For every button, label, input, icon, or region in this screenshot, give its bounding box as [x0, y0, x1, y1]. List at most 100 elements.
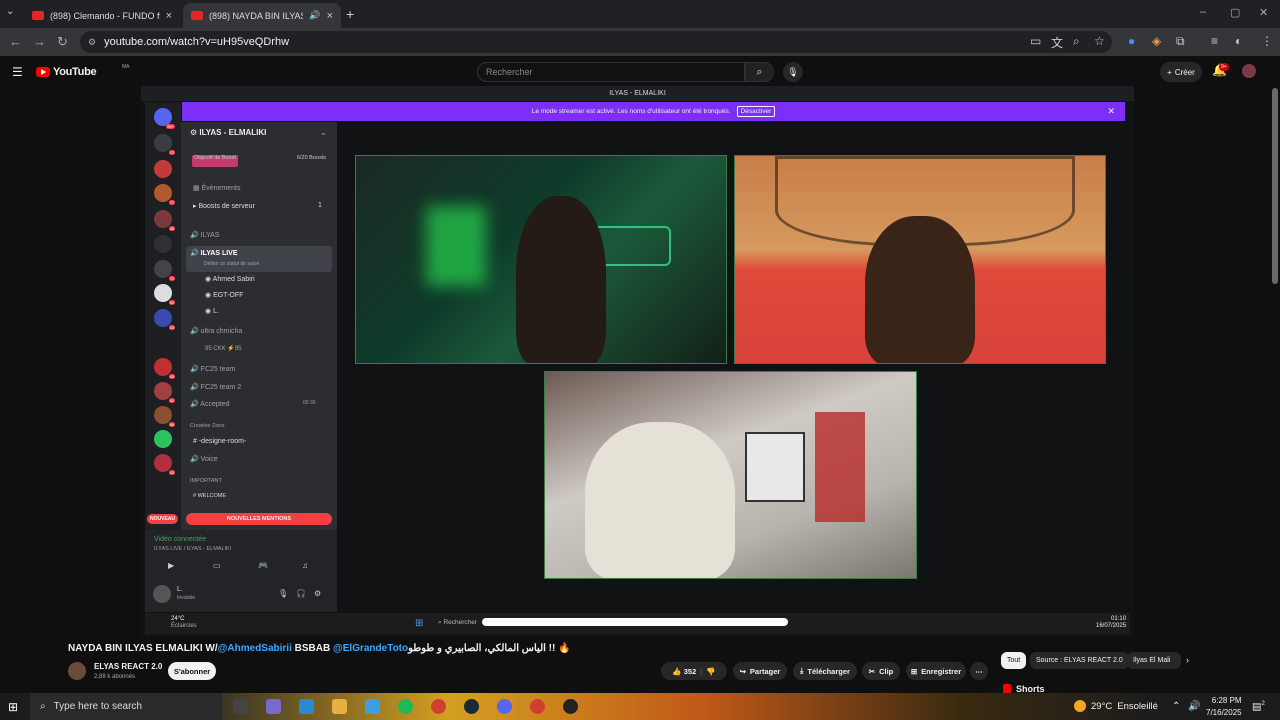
save-button[interactable]: ⊞ Enregistrer	[906, 662, 966, 680]
forward-button[interactable]: →	[33, 34, 46, 49]
share-icon: ↪	[739, 666, 746, 676]
search-button[interactable]: ⌕	[745, 62, 774, 82]
copilot-icon[interactable]	[266, 699, 281, 714]
youtube-favicon-icon	[191, 11, 203, 20]
tab-close-icon[interactable]: ×	[166, 10, 172, 22]
chip-ilyas[interactable]: Ilyas El Mali	[1127, 652, 1181, 669]
subscribe-button[interactable]: S'abonner	[168, 662, 216, 680]
person-silhouette	[585, 422, 735, 578]
voice-channel: 🔊 FC25 team	[190, 366, 236, 373]
url-text: youtube.com/watch?v=uH95veQDrhw	[104, 36, 290, 48]
voice-channel-ilyas: 🔊 ILYAS	[190, 232, 220, 239]
translate-icon[interactable]: 文	[1051, 34, 1063, 51]
chrome-icon[interactable]	[431, 699, 446, 714]
chip-source[interactable]: Source : ELYAS REACT 2.0	[1030, 652, 1129, 669]
server-icon	[154, 235, 172, 253]
system-clock[interactable]: 6:28 PM 7/16/2025	[1206, 695, 1242, 719]
site-info-icon[interactable]: ⚙	[88, 37, 96, 48]
mention-link[interactable]: @AhmedSabirii	[218, 643, 292, 654]
server-icon: 77	[154, 184, 175, 205]
voice-member: ◉ L.	[205, 308, 219, 315]
hamburger-menu-icon[interactable]: ☰	[12, 65, 23, 79]
media-control-icon[interactable]: ≡	[1211, 34, 1218, 48]
voice-channel-ilyas-live: 🔊 ILYAS LIVE	[190, 250, 238, 257]
streamer-mode-banner: Le mode streamer est activé. Les noms d'…	[182, 102, 1125, 121]
tray-chevron-icon[interactable]: ⌃	[1172, 701, 1180, 712]
weather-widget[interactable]: 29°C Ensoleillé	[1074, 700, 1158, 712]
person-silhouette	[865, 216, 975, 363]
channel-avatar[interactable]	[68, 662, 86, 680]
dislike-button[interactable]: 👎	[706, 667, 715, 676]
chevron-down-icon: ⌄	[320, 128, 327, 137]
menu-kebab-icon[interactable]: ⋮	[1261, 34, 1273, 48]
edge-icon[interactable]	[299, 699, 314, 714]
create-button[interactable]: + Créer	[1160, 62, 1202, 82]
page-scrollbar[interactable]	[1272, 88, 1278, 284]
activity-icon: 🎮	[258, 561, 268, 570]
notification-badge: 9+	[1219, 63, 1229, 71]
tab-close-icon[interactable]: ×	[327, 10, 333, 22]
task-view-icon[interactable]	[233, 699, 248, 714]
chrome-icon[interactable]	[530, 699, 545, 714]
store-icon[interactable]	[365, 699, 380, 714]
minimize-button[interactable]: –	[1200, 6, 1206, 18]
search-icon: ⌕	[40, 701, 46, 712]
windows-start-icon: ⊞	[415, 618, 424, 629]
chips-next-chevron-icon[interactable]: ›	[1186, 655, 1189, 665]
chip-all[interactable]: Tout	[1001, 652, 1027, 669]
voice-path: ILYAS LIVE / ILYAS - ELMALIKI	[154, 546, 232, 552]
text-channel: # -designe-room-	[193, 438, 247, 445]
reload-button[interactable]: ↻	[57, 34, 68, 50]
mention-link[interactable]: @ElGrandeToto	[333, 643, 408, 654]
search-input[interactable]: Rechercher	[477, 62, 745, 82]
cast-icon[interactable]: ▭	[1030, 34, 1041, 48]
app-icon[interactable]	[563, 699, 578, 714]
logo-text: YouTube	[53, 66, 97, 78]
create-label: Créer	[1174, 67, 1195, 77]
audio-icon[interactable]: 🔊	[309, 10, 320, 21]
voice-search-button[interactable]: 🎙	[783, 62, 803, 82]
browser-tab-2-active[interactable]: (898) NAYDA BIN ILYAS ELM 🔊 ×	[183, 3, 341, 28]
account-avatar[interactable]	[1242, 64, 1256, 78]
maximize-button[interactable]: ▢	[1230, 6, 1240, 19]
profile-icon[interactable]: ◐	[1235, 34, 1242, 48]
back-button[interactable]: ←	[9, 34, 22, 49]
download-button[interactable]: ⤓ Télécharger	[793, 662, 857, 680]
bookmark-star-icon[interactable]: ☆	[1094, 34, 1105, 48]
subscriber-count: 2,88 k abonnés	[94, 674, 136, 680]
youtube-logo[interactable]: YouTube MA	[36, 64, 130, 78]
extension-icon[interactable]: ●	[1128, 34, 1135, 48]
like-button[interactable]: 👍 352	[672, 667, 696, 676]
server-icon: 72	[154, 260, 175, 281]
channel-name[interactable]: ELYAS REACT 2.0	[94, 662, 162, 671]
steam-icon[interactable]	[464, 699, 479, 714]
user-avatar	[153, 585, 171, 603]
address-bar[interactable]: ⚙ youtube.com/watch?v=uH95veQDrhw	[80, 31, 1112, 53]
more-actions-button[interactable]: ⋯	[970, 662, 988, 680]
voice-channel: 🔊 FC25 team 2	[190, 384, 242, 391]
file-explorer-icon[interactable]	[332, 699, 347, 714]
scissors-icon: ✂	[868, 666, 876, 676]
notification-center-icon[interactable]: ▤2	[1252, 701, 1265, 712]
close-window-button[interactable]: ✕	[1259, 6, 1268, 19]
spotify-icon[interactable]	[398, 699, 413, 714]
clip-button[interactable]: ✂ Clip	[862, 662, 900, 680]
extensions-puzzle-icon[interactable]: ⧉	[1176, 34, 1185, 49]
voice-member: ◉ EGT-OFF	[205, 292, 244, 299]
screen-share-icon: ▭	[213, 561, 221, 570]
discord-icon[interactable]	[497, 699, 512, 714]
windows-search-box[interactable]: ⌕ Type here to search	[30, 693, 222, 720]
new-tab-button[interactable]: +	[346, 6, 354, 22]
extension-icon[interactable]: ◈	[1152, 34, 1161, 48]
browser-tab-1[interactable]: (898) Clemando - FUNDO ft. @ ×	[24, 3, 180, 28]
server-icon: 41	[154, 382, 175, 403]
webcam-tile-3	[544, 371, 917, 579]
tab-list-chevron-icon[interactable]: ⌄	[6, 6, 14, 17]
windows-start-icon[interactable]: ⊞	[8, 700, 18, 714]
volume-icon[interactable]: 🔊	[1188, 701, 1200, 712]
video-progress-bar[interactable]	[482, 618, 788, 626]
share-button[interactable]: ↪ Partager	[733, 662, 787, 680]
zoom-icon[interactable]: ⌕	[1073, 34, 1080, 49]
inner-clock: 01:10 16/07/2025	[1096, 616, 1127, 629]
youtube-favicon-icon	[32, 11, 44, 20]
